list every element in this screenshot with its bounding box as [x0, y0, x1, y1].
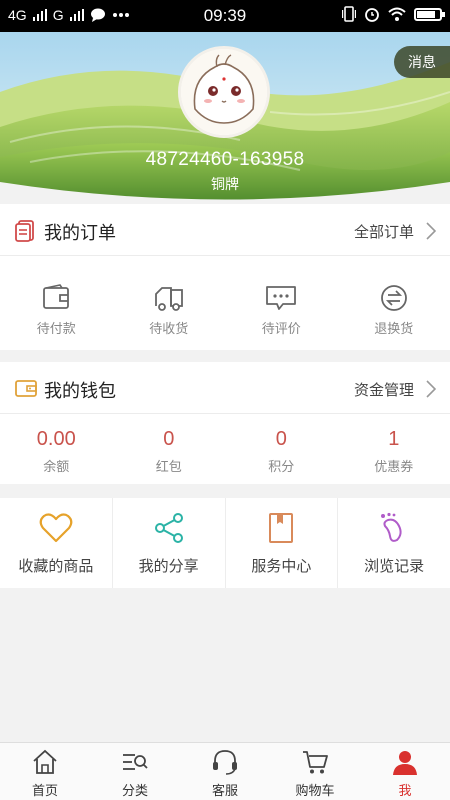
profile-header: 消息 48724460-163958 铜牌: [0, 32, 450, 204]
wallet-header[interactable]: 我的钱包 资金管理: [0, 362, 450, 414]
truck-icon: [154, 287, 183, 311]
wallet-balance[interactable]: 0.00 余额: [0, 414, 113, 484]
footprint-icon: [381, 512, 402, 542]
order-return-exchange[interactable]: 退换货: [338, 256, 450, 350]
wallet-red-packet-value: 0: [163, 428, 175, 450]
service-center-label: 服务中心: [251, 558, 312, 575]
browsing-history-shortcut[interactable]: 浏览记录: [338, 498, 450, 588]
wallet-coupons-label: 优惠券: [374, 459, 414, 474]
home-icon: [33, 749, 57, 774]
orders-header[interactable]: 我的订单 全部订单: [0, 204, 450, 256]
wallet-coupons-value: 1: [388, 428, 400, 450]
wallet-coupons[interactable]: 1 优惠券: [338, 414, 450, 484]
browsing-history-label: 浏览记录: [364, 558, 425, 575]
chevron-right-icon: [426, 222, 436, 240]
wallet-balance-label: 余额: [43, 459, 70, 474]
orders-title: 我的订单: [44, 223, 116, 243]
tab-customer-service[interactable]: 客服: [180, 743, 270, 800]
tab-home[interactable]: 首页: [0, 743, 90, 800]
order-pending-payment-label: 待付款: [36, 321, 76, 336]
tab-me-label: 我: [398, 783, 412, 798]
wallet-icon: [43, 284, 70, 309]
tab-home-label: 首页: [31, 783, 58, 798]
wallet-card-icon: [15, 380, 37, 397]
battery-icon: [414, 7, 445, 21]
order-pending-receipt-label: 待收货: [149, 321, 189, 336]
avatar[interactable]: [178, 46, 270, 138]
favorites-label: 收藏的商品: [18, 558, 94, 575]
member-level: 铜牌: [211, 176, 239, 192]
order-pending-review[interactable]: 待评价: [225, 256, 338, 350]
my-share-shortcut[interactable]: 我的分享: [113, 498, 226, 588]
service-center-shortcut[interactable]: 服务中心: [226, 498, 339, 588]
order-return-exchange-label: 退换货: [374, 321, 414, 336]
tab-cart-label: 购物车: [295, 783, 335, 798]
status-bar: 4G G 09:39: [0, 0, 450, 32]
vibrate-icon: [342, 6, 356, 22]
messages-button[interactable]: 消息: [394, 46, 450, 78]
person-icon: [393, 751, 417, 775]
cart-icon: [303, 751, 328, 774]
wallet-points-value: 0: [275, 428, 287, 450]
tab-category-label: 分类: [121, 783, 148, 798]
wallet-red-packet[interactable]: 0 红包: [113, 414, 226, 484]
wifi-icon: [388, 7, 406, 21]
tab-category[interactable]: 分类: [90, 743, 180, 800]
my-share-label: 我的分享: [138, 558, 199, 575]
wallet-title: 我的钱包: [44, 381, 116, 401]
tab-customer-service-label: 客服: [211, 783, 238, 798]
wallet-red-packet-label: 红包: [155, 459, 182, 474]
fund-management-link[interactable]: 资金管理: [354, 379, 414, 400]
alarm-icon: [365, 8, 379, 22]
shortcuts-card: 收藏的商品 我的分享 服务中心 浏览记录: [0, 498, 450, 588]
order-pending-payment[interactable]: 待付款: [0, 256, 113, 350]
dumpling-avatar-illustration: [181, 49, 267, 135]
order-pending-receipt[interactable]: 待收货: [113, 256, 226, 350]
order-pending-review-label: 待评价: [261, 321, 301, 336]
username: 48724460-163958: [145, 149, 305, 170]
all-orders-link[interactable]: 全部订单: [354, 221, 414, 242]
headset-icon: [213, 750, 237, 775]
tab-me[interactable]: 我: [360, 743, 450, 800]
favorites-shortcut[interactable]: 收藏的商品: [0, 498, 113, 588]
wallet-balance-value: 0.00: [36, 428, 76, 450]
wallet-points[interactable]: 0 积分: [225, 414, 338, 484]
order-list-icon: [15, 220, 34, 242]
bottom-tab-bar: 首页 分类 客服 购物车 我: [0, 742, 450, 800]
chevron-right-icon: [426, 380, 436, 398]
wallet-card: 我的钱包 资金管理 0.00 余额 0 红包 0 积分 1 优惠券: [0, 362, 450, 484]
exchange-icon: [380, 285, 407, 311]
tab-cart[interactable]: 购物车: [270, 743, 360, 800]
orders-card: 我的订单 全部订单 待付款 待收货 待评价 退换货: [0, 204, 450, 350]
share-icon: [154, 513, 183, 543]
wallet-points-label: 积分: [268, 459, 295, 474]
comment-icon: [266, 286, 297, 310]
book-icon: [269, 513, 294, 543]
heart-icon: [39, 513, 73, 543]
category-icon: [123, 754, 148, 770]
